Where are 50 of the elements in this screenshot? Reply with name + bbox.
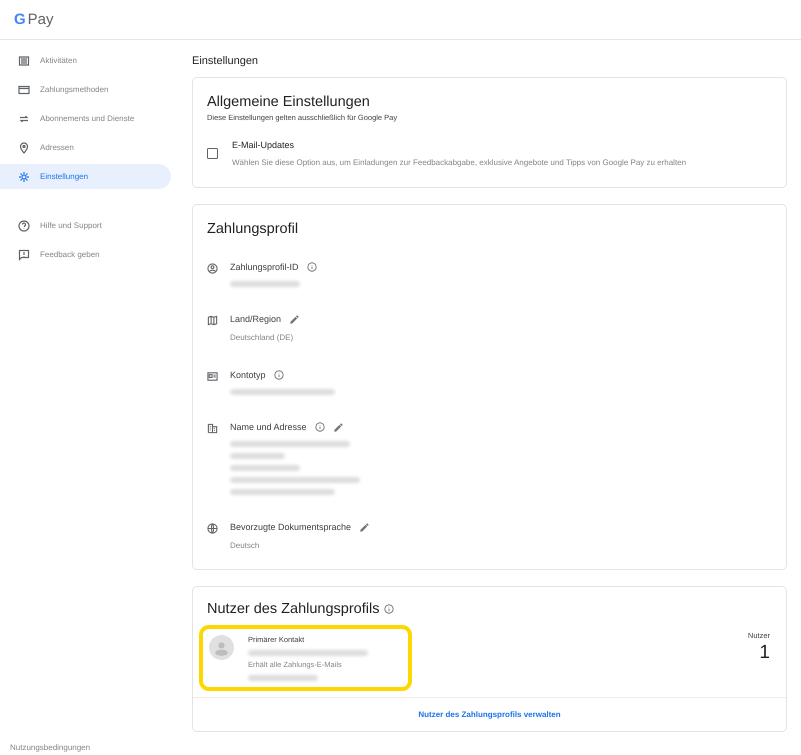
repeat-icon: [18, 112, 30, 124]
user-count: 1: [759, 642, 770, 664]
card-title: Zahlungsprofil: [207, 221, 300, 237]
field-label: Name und Adresse: [230, 422, 307, 432]
help-icon: [18, 220, 30, 232]
sidebar-item[interactable]: Einstellungen: [0, 164, 171, 189]
map-icon: [207, 315, 218, 326]
card-icon: [18, 84, 30, 96]
sidebar-item[interactable]: Feedback geben: [0, 242, 171, 267]
sidebar-item[interactable]: Aktivitäten: [0, 48, 171, 73]
edit-icon[interactable]: [332, 422, 344, 432]
field-label: Zahlungsprofil-ID: [230, 262, 299, 272]
list-icon: [18, 54, 30, 66]
terms-link[interactable]: Nutzungsbedingungen: [0, 743, 180, 755]
sidebar-item[interactable]: Hilfe und Support: [0, 213, 171, 238]
logo-letter: G: [14, 11, 26, 28]
redacted-text: [230, 465, 300, 471]
redacted-text: [248, 675, 318, 681]
info-icon[interactable]: [306, 262, 317, 272]
location-pin-icon: [18, 142, 30, 154]
feedback-icon: [18, 248, 30, 260]
edit-icon[interactable]: [359, 522, 370, 532]
edit-icon[interactable]: [289, 314, 300, 324]
globe-icon: [207, 523, 218, 534]
field-value: Deutsch: [230, 541, 260, 551]
field-label: Kontotyp: [230, 370, 266, 380]
info-icon[interactable]: [274, 370, 284, 380]
info-icon[interactable]: [314, 422, 325, 432]
option-description: Wählen Sie diese Option aus, um Einladungen zur Feedbackabgabe, exklusive Angebote und Tipps von Google Pay zu erhalten: [232, 158, 686, 167]
field-label: Land/Region: [230, 314, 282, 324]
gear-icon: [18, 170, 30, 182]
redacted-text: [230, 453, 285, 459]
sidebar-item[interactable]: Abonnements und Dienste: [0, 106, 171, 131]
person-icon: [207, 263, 218, 274]
info-icon[interactable]: [384, 604, 394, 614]
logo-text: Pay: [28, 11, 54, 28]
page-title: Einstellungen: [192, 55, 260, 67]
card-title: Allgemeine Einstellungen: [207, 94, 371, 110]
field-label: Bevorzugte Dokumentsprache: [230, 522, 352, 532]
option-label: E-Mail-Updates: [232, 140, 296, 150]
sidebar-item[interactable]: Zahlungsmethoden: [0, 77, 171, 102]
sidebar-item[interactable]: Adressen: [0, 135, 171, 160]
card-title: Nutzer des Zahlungsprofils: [207, 601, 380, 617]
avatar-icon: [209, 635, 234, 660]
redacted-text: [230, 281, 300, 287]
building-icon: [207, 423, 218, 434]
checkbox[interactable]: [207, 148, 218, 159]
id-card-icon: [207, 371, 218, 382]
field-value: Deutschland (DE): [230, 333, 294, 343]
manage-users-link[interactable]: Nutzer des Zahlungsprofils verwalten: [193, 697, 786, 731]
